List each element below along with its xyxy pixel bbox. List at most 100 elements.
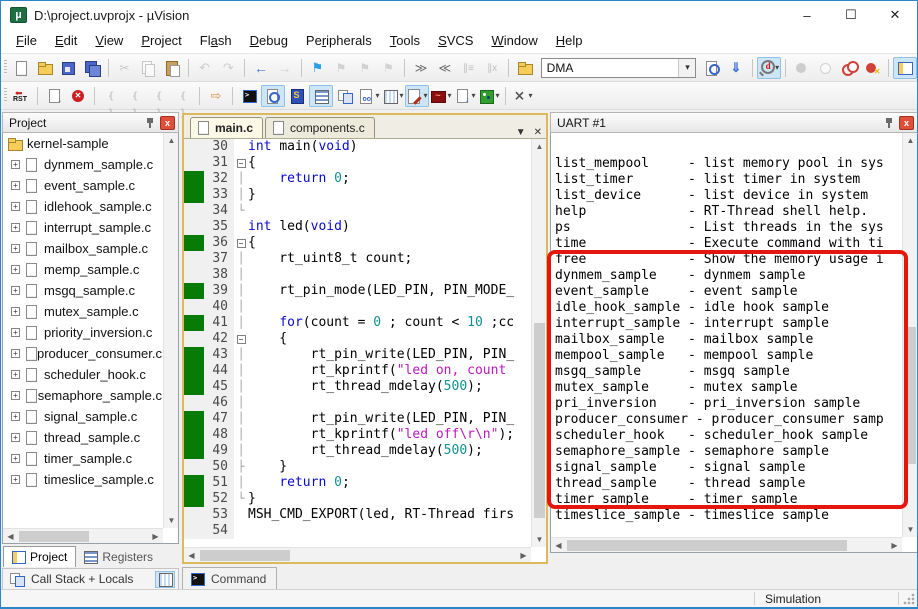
command-window-button[interactable]: [237, 85, 261, 107]
navigate-forward-button[interactable]: [273, 57, 297, 79]
toolbox-button[interactable]: ▾: [477, 85, 501, 107]
insert-breakpoint-button[interactable]: [789, 57, 813, 79]
tree-item[interactable]: + event_sample.c: [3, 175, 162, 196]
disable-all-breakpoints-button[interactable]: [837, 57, 861, 79]
expand-plus-icon[interactable]: +: [11, 370, 20, 379]
save-all-button[interactable]: [80, 57, 104, 79]
code-line[interactable]: 51 │ return 0;: [184, 475, 531, 491]
logic-analyzer-button[interactable]: ▾: [429, 85, 453, 107]
tree-item[interactable]: + msgq_sample.c: [3, 280, 162, 301]
find-next-button[interactable]: [724, 57, 748, 79]
new-file-button[interactable]: [9, 57, 33, 79]
enable-breakpoint-button[interactable]: [813, 57, 837, 79]
kill-all-breakpoints-button[interactable]: [861, 57, 885, 79]
search-combo[interactable]: DMA ▾: [540, 57, 697, 78]
expand-plus-icon[interactable]: +: [11, 328, 20, 337]
tree-item[interactable]: + memp_sample.c: [3, 259, 162, 280]
code-line[interactable]: 36−{: [184, 235, 531, 251]
code-line[interactable]: 34 └: [184, 203, 531, 219]
show-next-statement-button[interactable]: [204, 85, 228, 107]
indent-button[interactable]: [409, 57, 433, 79]
resize-grip[interactable]: [903, 593, 915, 605]
open-file-button[interactable]: [33, 57, 57, 79]
expand-plus-icon[interactable]: +: [11, 181, 20, 190]
expand-plus-icon[interactable]: +: [11, 454, 20, 463]
call-stack-pane-tab[interactable]: Call Stack + Locals: [2, 568, 179, 590]
code-line[interactable]: 54: [184, 523, 531, 539]
disassembly-window-button[interactable]: [261, 84, 285, 107]
expand-plus-icon[interactable]: +: [11, 202, 20, 211]
tree-item[interactable]: + signal_sample.c: [3, 406, 162, 427]
title-bar[interactable]: µ D:\project.uvprojx - µVision – ☐ ✕: [1, 1, 917, 29]
code-line[interactable]: 49 │ rt_thread_mdelay(500);: [184, 443, 531, 459]
expand-plus-icon[interactable]: +: [11, 307, 20, 316]
fold-box-icon[interactable]: −: [236, 335, 246, 344]
tree-item[interactable]: + timer_sample.c: [3, 448, 162, 469]
registers-window-button[interactable]: [309, 84, 333, 107]
dock-tab-project[interactable]: Project: [3, 546, 77, 567]
configure-flash-button[interactable]: [513, 57, 537, 79]
code-line[interactable]: 52 └}: [184, 491, 531, 507]
scroll-left-icon[interactable]: ◀: [551, 538, 566, 552]
scroll-right-icon[interactable]: ▶: [148, 529, 163, 543]
expand-plus-icon[interactable]: +: [11, 475, 20, 484]
next-bookmark-button[interactable]: [353, 57, 377, 79]
code-line[interactable]: 53 MSH_CMD_EXPORT(led, RT-Thread firs: [184, 507, 531, 523]
scroll-up-icon[interactable]: ▲: [532, 139, 547, 154]
menu-item-help[interactable]: Help: [547, 30, 592, 52]
code-line[interactable]: 42− {: [184, 331, 531, 347]
symbol-window-button[interactable]: [285, 85, 309, 107]
expand-plus-icon[interactable]: +: [11, 349, 20, 358]
scroll-down-icon[interactable]: ▼: [903, 522, 917, 537]
comment-button[interactable]: [457, 57, 481, 79]
tree-item[interactable]: + timeslice_sample.c: [3, 469, 162, 490]
outdent-button[interactable]: [433, 57, 457, 79]
code-editor[interactable]: 30 int main(void) 31−{32 │ return 0; 33 │} 34 └…: [184, 139, 531, 547]
close-button[interactable]: ✕: [873, 1, 917, 29]
cut-button[interactable]: [113, 57, 137, 79]
debug-session-button[interactable]: ▾: [756, 56, 781, 79]
step-over-button[interactable]: [123, 85, 147, 107]
uart-terminal[interactable]: list_mempool - list memory pool in sys li…: [551, 154, 902, 537]
tree-item[interactable]: + mailbox_sample.c: [3, 238, 162, 259]
code-line[interactable]: 35 int led(void): [184, 219, 531, 235]
step-button[interactable]: [99, 85, 123, 107]
editor-vscrollbar[interactable]: ▲ ▼: [531, 139, 546, 547]
menu-item-project[interactable]: Project: [132, 30, 190, 52]
uncomment-button[interactable]: [480, 57, 504, 79]
code-line[interactable]: 43 │ rt_pin_write(LED_PIN, PIN_: [184, 347, 531, 363]
scroll-thumb[interactable]: [905, 326, 916, 465]
menu-item-peripherals[interactable]: Peripherals: [297, 30, 381, 52]
editor-hscrollbar[interactable]: ◀ ▶: [184, 547, 531, 562]
menu-item-window[interactable]: Window: [482, 30, 546, 52]
save-button[interactable]: [56, 57, 80, 79]
find-in-files-button[interactable]: [700, 57, 724, 79]
scroll-down-icon[interactable]: ▼: [164, 513, 178, 528]
stop-button[interactable]: [66, 85, 90, 107]
code-line[interactable]: 50 ├ }: [184, 459, 531, 475]
menu-item-edit[interactable]: Edit: [46, 30, 86, 52]
scroll-left-icon[interactable]: ◀: [3, 529, 18, 543]
system-viewer-button[interactable]: ▾: [453, 85, 477, 107]
tree-item[interactable]: + dynmem_sample.c: [3, 154, 162, 175]
serial-window-button[interactable]: ▾: [405, 84, 429, 107]
scroll-thumb[interactable]: [200, 550, 290, 561]
fold-box-icon[interactable]: −: [236, 239, 246, 248]
project-hscrollbar[interactable]: ◀ ▶: [3, 528, 163, 543]
uart-vscrollbar[interactable]: ▲ ▼: [902, 133, 917, 537]
dock-tab-registers[interactable]: Registers: [76, 546, 161, 567]
code-line[interactable]: 30 int main(void): [184, 139, 531, 155]
code-line[interactable]: 41 │ for(count = 0 ; count < 10 ;cc: [184, 315, 531, 331]
navigate-back-button[interactable]: [249, 57, 273, 79]
menu-item-flash[interactable]: Flash: [191, 30, 241, 52]
expand-plus-icon[interactable]: +: [11, 223, 20, 232]
expand-plus-icon[interactable]: +: [11, 244, 20, 253]
scroll-right-icon[interactable]: ▶: [887, 538, 902, 552]
maximize-button[interactable]: ☐: [829, 1, 873, 29]
tree-item[interactable]: + idlehook_sample.c: [3, 196, 162, 217]
fold-box-icon[interactable]: −: [236, 159, 246, 168]
code-line[interactable]: 37 │ rt_uint8_t count;: [184, 251, 531, 267]
pin-icon[interactable]: [146, 117, 155, 128]
prev-bookmark-button[interactable]: [329, 57, 353, 79]
undo-button[interactable]: [193, 57, 217, 79]
